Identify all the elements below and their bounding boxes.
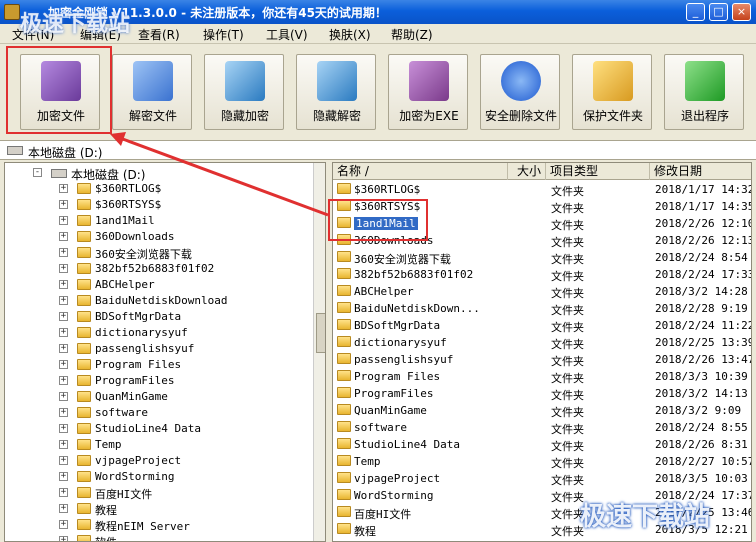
watermark: 极速下载站 [20, 12, 131, 37]
watermark: 极速下载站 [580, 502, 711, 532]
annotation-arrow [110, 132, 329, 217]
